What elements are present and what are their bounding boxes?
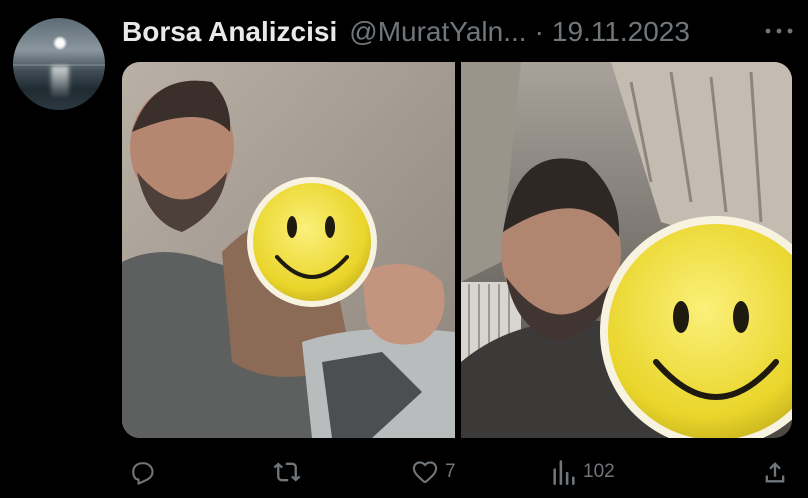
like-count: 7 xyxy=(445,461,456,482)
heart-icon xyxy=(411,458,439,486)
header-separator: · xyxy=(534,16,544,47)
reply-button[interactable] xyxy=(128,452,162,492)
share-button[interactable] xyxy=(761,452,795,492)
tweet-date[interactable]: 19.11.2023 xyxy=(552,16,690,48)
photo-left[interactable] xyxy=(122,62,455,438)
views-count: 102 xyxy=(583,461,615,482)
share-icon xyxy=(761,458,789,486)
tweet-actions: 7 102 xyxy=(0,452,808,492)
display-name[interactable]: Borsa Analizcisi xyxy=(122,16,337,48)
more-options-icon[interactable] xyxy=(764,24,794,38)
avatar-sun xyxy=(53,36,67,50)
views-icon xyxy=(551,458,577,486)
tweet-media[interactable] xyxy=(122,62,792,438)
retweet-icon xyxy=(273,458,301,486)
views-button[interactable]: 102 xyxy=(551,452,615,492)
photo-right[interactable] xyxy=(461,62,792,438)
tweet-header: Borsa Analizcisi @MuratYaln... · 19.11.2… xyxy=(122,15,762,49)
like-button[interactable]: 7 xyxy=(411,452,456,492)
retweet-button[interactable] xyxy=(273,452,307,492)
avatar-glint xyxy=(51,66,69,96)
user-handle[interactable]: @MuratYaln... xyxy=(349,16,526,48)
avatar[interactable] xyxy=(13,18,105,110)
reply-icon xyxy=(128,458,156,486)
